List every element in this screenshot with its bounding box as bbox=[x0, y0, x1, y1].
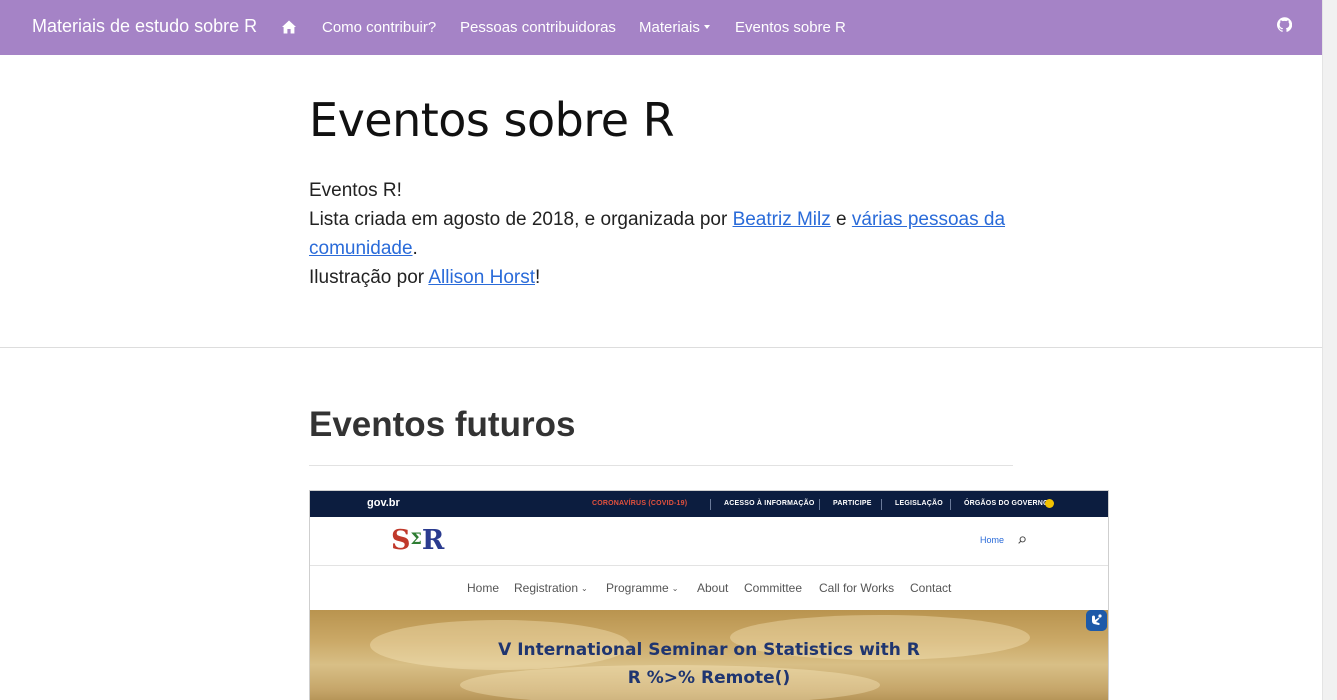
nav-item-pessoas-contribuidoras[interactable]: Pessoas contribuidoras bbox=[460, 19, 616, 36]
intro-line-2: Lista criada em agosto de 2018, e organi… bbox=[309, 205, 1029, 263]
intro-line-2-prefix: Lista criada em agosto de 2018, e organi… bbox=[309, 209, 733, 230]
section-divider bbox=[309, 465, 1013, 466]
gov-logo: gov.br bbox=[367, 497, 400, 509]
page-scrollbar[interactable] bbox=[1322, 0, 1337, 700]
nav-item-eventos-sobre-r[interactable]: Eventos sobre R bbox=[735, 19, 846, 36]
intro-text: Eventos R! Lista criada em agosto de 201… bbox=[309, 176, 1029, 292]
gov-separator bbox=[819, 499, 820, 510]
intro-line-2-end: . bbox=[412, 238, 418, 259]
logo-s: S bbox=[391, 525, 410, 556]
github-icon[interactable] bbox=[1277, 17, 1292, 32]
site-nav-home: Home bbox=[467, 581, 499, 595]
intro-line-3-prefix: Ilustração por bbox=[309, 267, 429, 288]
home-icon[interactable] bbox=[281, 19, 297, 35]
nav-item-materiais[interactable]: Materiais bbox=[639, 19, 710, 36]
gov-separator bbox=[950, 499, 951, 510]
site-nav-programme-label: Programme bbox=[606, 581, 669, 595]
nav-item-materiais-label: Materiais bbox=[639, 19, 700, 36]
site-nav-registration-label: Registration bbox=[514, 581, 579, 595]
brand-link[interactable]: Materiais de estudo sobre R bbox=[32, 16, 257, 37]
site-nav-committee: Committee bbox=[744, 581, 802, 595]
chevron-down-icon: ⌄ bbox=[581, 584, 588, 593]
nav-item-como-contribuir[interactable]: Como contribuir? bbox=[322, 19, 436, 36]
site-nav-committee-label: Committee bbox=[744, 581, 803, 595]
gov-link-participe: PARTICIPE bbox=[833, 500, 872, 507]
gov-link-orgaos: ÓRGÃOS DO GOVERNO bbox=[964, 500, 1049, 507]
allison-horst-link[interactable]: Allison Horst bbox=[428, 267, 535, 288]
hero-title-line-1: V International Seminar on Statistics wi… bbox=[498, 640, 920, 660]
intro-line-2-mid: e bbox=[830, 209, 852, 230]
section-title-eventos-futuros: Eventos futuros bbox=[309, 405, 576, 444]
intro-line-1: Eventos R! bbox=[309, 180, 402, 201]
hero-title-line-2: R %>% Remote() bbox=[627, 668, 791, 688]
intro-line-3: Ilustração por Allison Horst! bbox=[309, 263, 1029, 292]
hero-banner: V International Seminar on Statistics wi… bbox=[310, 610, 1108, 700]
beatriz-milz-link[interactable]: Beatriz Milz bbox=[733, 209, 831, 230]
caret-down-icon bbox=[703, 25, 710, 30]
gov-separator bbox=[881, 499, 882, 510]
gov-link-covid: CORONAVÍRUS (COVID-19) bbox=[592, 500, 688, 507]
site-nav-about-label: About bbox=[697, 581, 729, 595]
site-nav-call-for-works-label: Call for Works bbox=[819, 581, 895, 595]
event-screenshot[interactable]: gov.br CORONAVÍRUS (COVID-19) ACESSO À I… bbox=[309, 490, 1109, 700]
logo-sigma: Σ bbox=[410, 529, 422, 548]
chevron-down-icon: ⌄ bbox=[671, 584, 679, 593]
chevron-down-icon bbox=[1045, 499, 1054, 508]
gov-bar: gov.br CORONAVÍRUS (COVID-19) ACESSO À I… bbox=[310, 491, 1108, 517]
page-title: Eventos sobre R bbox=[309, 93, 675, 147]
header-home-link: Home bbox=[980, 535, 1005, 545]
site-nav-call-for-works: Call for Works bbox=[819, 581, 894, 595]
logo-r: R bbox=[421, 525, 444, 556]
site-nav-about: About bbox=[697, 581, 728, 595]
header-divider bbox=[0, 347, 1322, 348]
gov-link-legislacao: LEGISLAÇÃO bbox=[895, 500, 943, 507]
site-nav: Home Registration ⌄ Programme ⌄ About Comm… bbox=[310, 566, 1108, 610]
ser-logo: SΣR bbox=[391, 525, 444, 556]
search-icon bbox=[1018, 536, 1026, 544]
site-nav-home-label: Home bbox=[467, 581, 500, 595]
top-navbar: Materiais de estudo sobre R Como contrib… bbox=[0, 0, 1322, 55]
gov-separator bbox=[710, 499, 711, 510]
site-nav-registration: Registration ⌄ bbox=[514, 581, 588, 595]
intro-line-3-end: ! bbox=[535, 267, 541, 288]
gov-link-acesso: ACESSO À INFORMAÇÃO bbox=[724, 500, 815, 507]
site-nav-programme: Programme ⌄ bbox=[606, 581, 678, 595]
site-nav-contact: Contact bbox=[910, 581, 951, 595]
site-header: SΣR Home bbox=[310, 517, 1108, 566]
accessibility-icon bbox=[1086, 610, 1107, 631]
site-nav-contact-label: Contact bbox=[910, 581, 952, 595]
